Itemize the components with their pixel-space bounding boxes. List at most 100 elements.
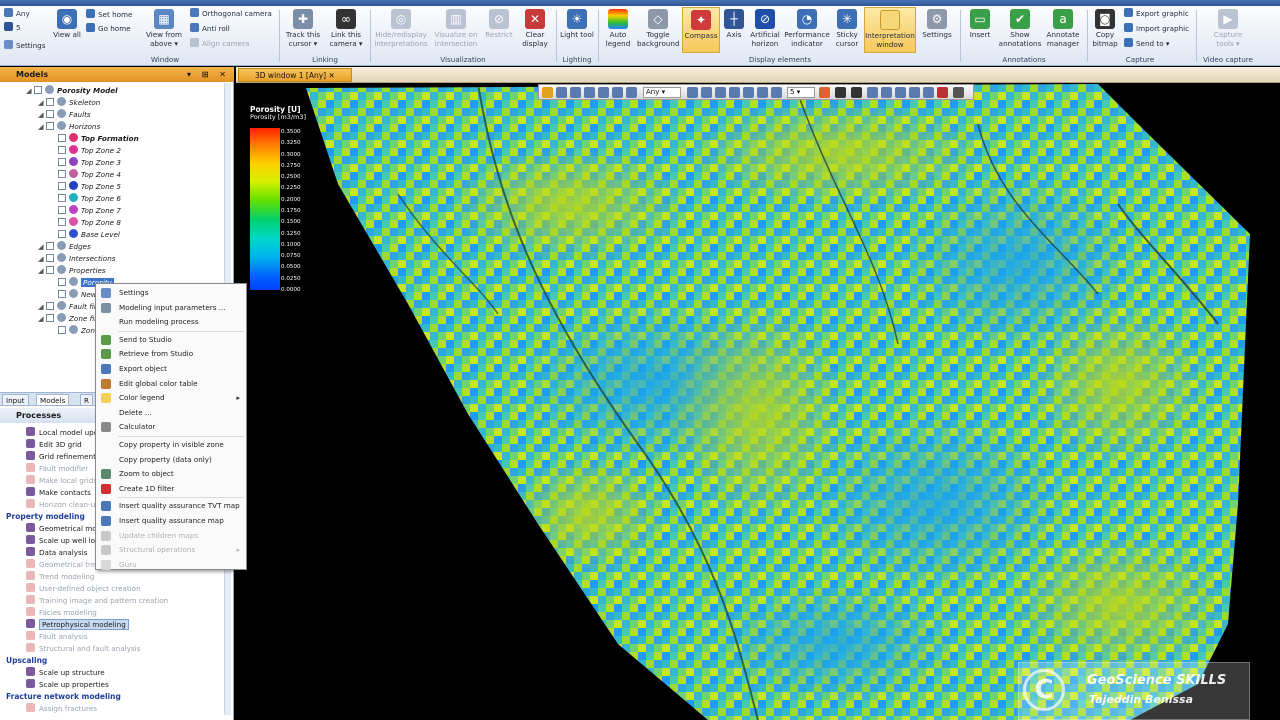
menu-item[interactable]: Retrieve from Studio bbox=[96, 347, 246, 361]
tree-item[interactable]: Top Zone 5 bbox=[50, 181, 121, 193]
process-item[interactable]: Trend modeling bbox=[26, 571, 94, 583]
tab-input[interactable]: Input bbox=[2, 394, 29, 406]
toggle-background-button[interactable]: ◇ Toggle background bbox=[637, 7, 680, 53]
menu-item[interactable]: Insert quality assurance TVT map bbox=[96, 499, 246, 513]
menu-item[interactable]: Run modeling process bbox=[96, 315, 246, 329]
expand-icon[interactable]: ◢ bbox=[38, 265, 46, 277]
menu-item[interactable]: Delete ... bbox=[96, 406, 246, 420]
menu-item[interactable]: Color legend ▸ bbox=[96, 391, 246, 405]
process-group-header[interactable]: Upscaling bbox=[6, 655, 47, 667]
visibility-checkbox[interactable] bbox=[58, 218, 66, 226]
tree-item[interactable]: Top Zone 6 bbox=[50, 193, 121, 205]
info-icon[interactable] bbox=[598, 87, 609, 98]
artificial-horizon-button[interactable]: ⊘ Artificial horizon bbox=[748, 7, 782, 53]
visibility-checkbox[interactable] bbox=[46, 314, 54, 322]
menu-item[interactable]: Edit global color table bbox=[96, 377, 246, 391]
track-cursor-button[interactable]: ✚ Track this cursor ▾ bbox=[283, 7, 323, 53]
process-item[interactable]: Assign fractures bbox=[26, 703, 97, 715]
process-item[interactable]: Structural and fault analysis bbox=[26, 643, 140, 655]
tree-item[interactable]: Top Zone 2 bbox=[50, 145, 121, 157]
view-mode-select[interactable]: Any ▾ bbox=[643, 87, 681, 98]
orthogonal-camera-button[interactable]: Orthogonal camera bbox=[190, 8, 272, 20]
close-tab-icon[interactable]: ✕ bbox=[329, 71, 335, 80]
edit-icon[interactable] bbox=[626, 87, 637, 98]
visibility-checkbox[interactable] bbox=[58, 182, 66, 190]
report-icon[interactable] bbox=[612, 87, 623, 98]
visibility-checkbox[interactable] bbox=[58, 326, 66, 334]
visibility-checkbox[interactable] bbox=[46, 254, 54, 262]
3d-viewport[interactable] bbox=[238, 84, 1280, 720]
align-camera-button[interactable]: Align camera bbox=[190, 38, 249, 50]
copy-bitmap-button[interactable]: ◙ Copy bitmap bbox=[1090, 7, 1120, 53]
show-annotations-button[interactable]: ✔ Show annotations bbox=[998, 7, 1042, 53]
process-group-header[interactable]: Property modeling bbox=[6, 511, 85, 523]
expand-icon[interactable]: ◢ bbox=[38, 241, 46, 253]
panel-buttons[interactable]: ▾ ⊞ ✕ bbox=[187, 67, 230, 82]
sticky-cursor-button[interactable]: ✳ Sticky cursor bbox=[832, 7, 862, 53]
menu-item[interactable]: Modeling input parameters ... bbox=[96, 301, 246, 315]
visibility-checkbox[interactable] bbox=[58, 158, 66, 166]
process-item[interactable]: Fault modifier bbox=[26, 463, 88, 475]
visibility-checkbox[interactable] bbox=[58, 146, 66, 154]
visibility-checkbox[interactable] bbox=[46, 122, 54, 130]
tree-item[interactable]: Top Zone 7 bbox=[50, 205, 121, 217]
tab-3d-window[interactable]: 3D window 1 [Any] ✕ bbox=[238, 68, 352, 82]
pin-icon[interactable] bbox=[953, 87, 964, 98]
gear-icon[interactable] bbox=[835, 87, 846, 98]
process-item[interactable]: Scale up well logs bbox=[26, 535, 103, 547]
menu-item[interactable]: Create 1D filter bbox=[96, 482, 246, 496]
light-tool-button[interactable]: ☀ Light tool bbox=[560, 7, 594, 53]
nav-pan-icon[interactable] bbox=[715, 87, 726, 98]
expand-icon[interactable]: ◢ bbox=[26, 85, 34, 97]
interpretation-window-button[interactable]: Interpretation window bbox=[864, 7, 916, 53]
tree-item[interactable]: ◢ Properties bbox=[38, 265, 106, 277]
compass-button[interactable]: ✦ Compass bbox=[682, 7, 720, 53]
tree-item[interactable]: Top Zone 8 bbox=[50, 217, 121, 229]
visibility-checkbox[interactable] bbox=[58, 134, 66, 142]
visibility-checkbox[interactable] bbox=[58, 194, 66, 202]
visibility-checkbox[interactable] bbox=[58, 170, 66, 178]
performance-indicator-button[interactable]: ◔ Performance indicator bbox=[784, 7, 830, 53]
tree-item[interactable]: Top Formation bbox=[50, 133, 139, 145]
nav-zoom-icon[interactable] bbox=[729, 87, 740, 98]
visibility-checkbox[interactable] bbox=[58, 230, 66, 238]
expand-icon[interactable]: ◢ bbox=[38, 121, 46, 133]
tree-item[interactable]: ◢ Horizons bbox=[38, 121, 100, 133]
process-item[interactable]: Edit 3D grid bbox=[26, 439, 82, 451]
expand-icon[interactable]: ◢ bbox=[38, 253, 46, 265]
grid-icon[interactable] bbox=[923, 87, 934, 98]
visibility-checkbox[interactable] bbox=[46, 242, 54, 250]
annotate-manager-button[interactable]: a Annotate manager bbox=[1044, 7, 1082, 53]
tree-item[interactable]: ◢ Intersections bbox=[38, 253, 116, 265]
visibility-checkbox[interactable] bbox=[46, 266, 54, 274]
hide-redisplay-button[interactable]: ◎ Hide/redisplay interpretations bbox=[373, 7, 429, 53]
auto-legend-button[interactable]: Auto legend bbox=[601, 7, 635, 53]
process-item[interactable]: User-defined object creation bbox=[26, 583, 141, 595]
process-item[interactable]: Data analysis bbox=[26, 547, 88, 559]
menu-item[interactable]: Send to Studio bbox=[96, 333, 246, 347]
zoom-area-icon[interactable] bbox=[895, 87, 906, 98]
process-group-header[interactable]: Fracture network modeling bbox=[6, 691, 121, 703]
z-scale-control[interactable]: 5 bbox=[4, 22, 21, 34]
menu-item[interactable]: Copy property in visible zone bbox=[96, 438, 246, 452]
measure-icon[interactable] bbox=[570, 87, 581, 98]
capture-tools-button[interactable]: ▶ Capture tools ▾ bbox=[1206, 7, 1250, 53]
menu-item[interactable]: Zoom to object bbox=[96, 467, 246, 481]
menu-item[interactable]: Insert quality assurance map bbox=[96, 514, 246, 528]
send-to-button[interactable]: Send to ▾ bbox=[1124, 38, 1170, 50]
paint-icon[interactable] bbox=[819, 87, 830, 98]
tree-item[interactable]: ◢ Porosity Model bbox=[26, 85, 118, 97]
tab-results[interactable]: R bbox=[80, 394, 93, 406]
zoom-any-control[interactable]: Any bbox=[4, 8, 30, 20]
process-item[interactable]: Grid refinement bbox=[26, 451, 96, 463]
menu-item[interactable]: Settings bbox=[96, 286, 246, 300]
view-from-above-button[interactable]: ▦ View from above ▾ bbox=[144, 7, 184, 53]
tab-models[interactable]: Models bbox=[36, 394, 70, 406]
tree-item[interactable]: ◢ Edges bbox=[38, 241, 91, 253]
go-home-button[interactable]: Go home bbox=[86, 23, 131, 35]
select-icon[interactable] bbox=[542, 87, 553, 98]
process-item[interactable]: Scale up structure bbox=[26, 667, 105, 679]
pick-icon[interactable] bbox=[556, 87, 567, 98]
visibility-checkbox[interactable] bbox=[58, 278, 66, 286]
import-graphic-button[interactable]: Import graphic bbox=[1124, 23, 1189, 35]
